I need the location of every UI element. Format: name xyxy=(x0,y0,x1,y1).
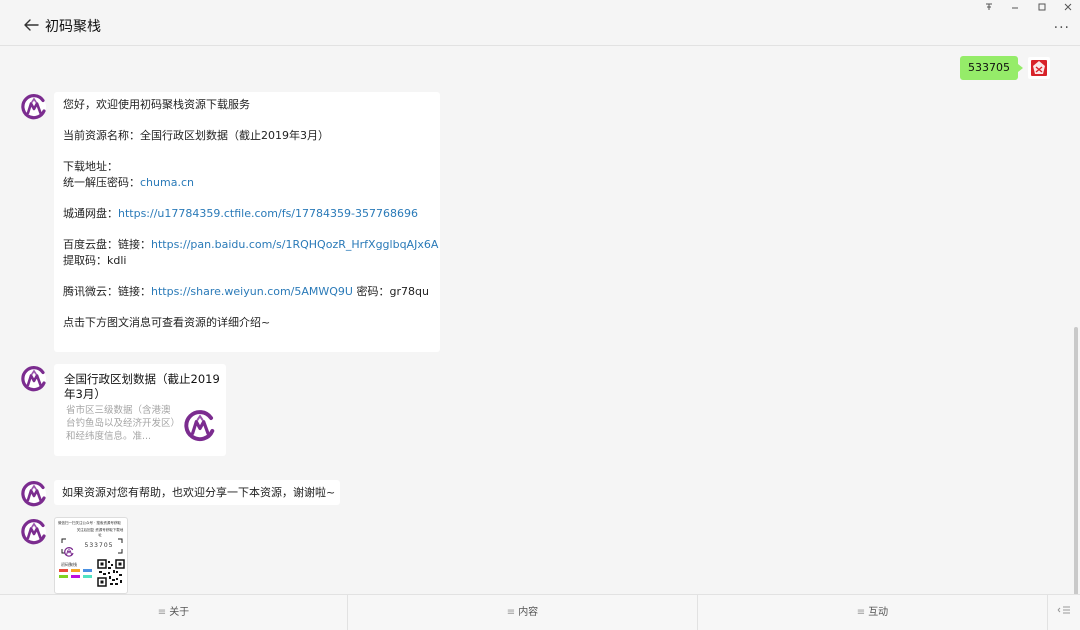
official-account-avatar[interactable] xyxy=(21,94,47,120)
image-account-name: 初码聚栈 xyxy=(61,562,77,567)
back-arrow-icon[interactable] xyxy=(22,16,40,34)
baidu-label: 百度云盘：链接： xyxy=(63,238,151,252)
chat-title: 初码聚栈 xyxy=(45,19,101,35)
maximize-icon[interactable] xyxy=(1035,2,1049,17)
official-account-avatar[interactable] xyxy=(21,481,47,507)
footer-text: 点击下方图文消息可查看资源的详细介绍~ xyxy=(63,316,271,330)
menu-item-interact[interactable]: ≡ 互动 xyxy=(698,595,1048,630)
official-account-avatar[interactable] xyxy=(21,519,47,545)
title-bar: 初码聚栈 ··· xyxy=(0,0,1080,46)
image-color-tags xyxy=(59,569,92,578)
menu-icon: ≡ xyxy=(506,607,516,618)
image-code-text: 533705 xyxy=(84,542,114,549)
download-label: 下载地址： xyxy=(63,160,118,174)
menu-item-label: 互动 xyxy=(868,607,889,618)
menu-item-about[interactable]: ≡ 关于 xyxy=(0,595,348,630)
resource-label: 当前资源名称： xyxy=(63,129,140,143)
official-account-avatar[interactable] xyxy=(21,366,47,392)
menu-item-content[interactable]: ≡ 内容 xyxy=(348,595,698,630)
qr-code-icon xyxy=(97,559,125,587)
pin-icon[interactable] xyxy=(982,2,996,17)
image-subtitle-text: 关注后回复 资源号获取下载地址 xyxy=(76,528,124,537)
user-avatar[interactable] xyxy=(1028,57,1050,79)
password-label: 统一解压密码： xyxy=(63,175,140,189)
article-card-description: 省市区三级数据（含港澳台钓鱼岛以及经济开发区）和经纬度信息。准... xyxy=(66,405,176,442)
menu-item-label: 关于 xyxy=(169,607,190,618)
qr-image-message[interactable]: 微信扫一扫关注公众号 · 搜索资源号获取 关注后回复 资源号获取下载地址 533… xyxy=(54,517,128,594)
weiyun-link[interactable]: https://share.weiyun.com/5AMWQ9U xyxy=(151,285,353,298)
resource-name: 全国行政区划数据（截止2019年3月） xyxy=(140,129,329,143)
share-message-text: 如果资源对您有帮助，也欢迎分享一下本资源，谢谢啦~ xyxy=(62,486,336,499)
more-options-icon[interactable]: ··· xyxy=(1054,20,1070,36)
article-thumbnail-logo-icon xyxy=(184,410,216,442)
bottom-menu-bar: ≡ 关于 ≡ 内容 ≡ 互动 xyxy=(0,594,1080,630)
menu-item-label: 内容 xyxy=(518,607,539,618)
share-message-bubble[interactable]: 如果资源对您有帮助，也欢迎分享一下本资源，谢谢啦~ xyxy=(54,480,340,505)
baidu-code: 提取码：kdli xyxy=(63,253,127,267)
weiyun-code: 密码：gr78qu xyxy=(353,285,429,299)
menu-icon: ≡ xyxy=(856,607,866,618)
baidu-link[interactable]: https://pan.baidu.com/s/1RQHQozR_HrfXggl… xyxy=(151,238,438,251)
close-icon[interactable] xyxy=(1061,2,1075,17)
weiyun-label: 腾讯微云：链接： xyxy=(63,285,151,299)
greeting-text: 您好，欢迎使用初码聚栈资源下载服务 xyxy=(63,98,250,111)
ctfile-label: 城通网盘： xyxy=(63,207,118,221)
chat-scrollbar[interactable] xyxy=(1072,47,1080,630)
sent-message-bubble[interactable]: 533705 xyxy=(960,56,1023,80)
ctfile-link[interactable]: https://u17784359.ctfile.com/fs/17784359… xyxy=(118,207,418,220)
keyboard-toggle-icon[interactable] xyxy=(1048,595,1080,630)
menu-icon: ≡ xyxy=(157,607,167,618)
article-card-title: 全国行政区划数据（截止2019年3月） xyxy=(64,372,220,401)
chat-area[interactable]: 533705 您好，欢迎使用初码聚栈资源下载服务 当前资源名称：全国行政区划数据… xyxy=(0,47,1072,594)
password-link[interactable]: chuma.cn xyxy=(140,176,194,189)
minimize-icon[interactable] xyxy=(1008,2,1022,17)
image-header-text: 微信扫一扫关注公众号 · 搜索资源号获取 xyxy=(58,521,121,525)
image-logo-icon xyxy=(64,547,74,557)
article-card[interactable]: 全国行政区划数据（截止2019年3月） 省市区三级数据（含港澳台钓鱼岛以及经济开… xyxy=(54,364,226,456)
welcome-message-bubble[interactable]: 您好，欢迎使用初码聚栈资源下载服务 当前资源名称：全国行政区划数据（截止2019… xyxy=(54,92,440,352)
scrollbar-thumb[interactable] xyxy=(1074,327,1078,630)
